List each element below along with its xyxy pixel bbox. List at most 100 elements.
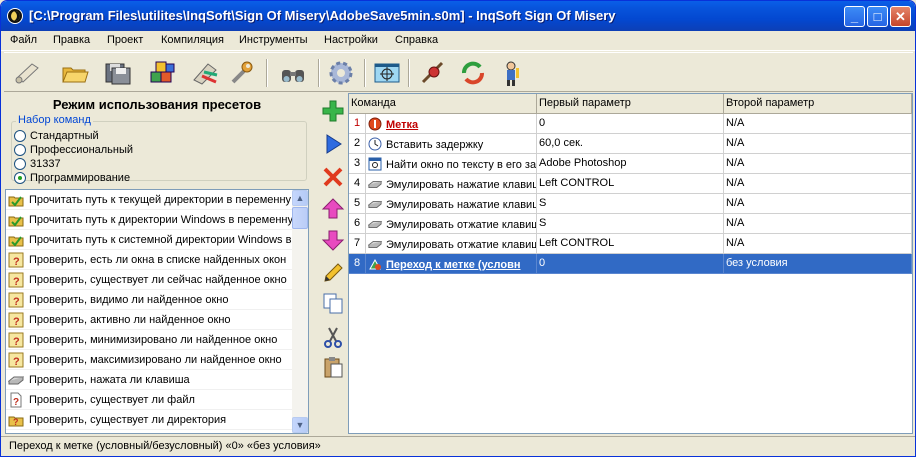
param1-cell[interactable]: Left CONTROL	[537, 234, 724, 254]
column-header-param1[interactable]: Первый параметр	[537, 94, 724, 114]
param2-cell[interactable]: N/A	[724, 174, 912, 194]
title-bar[interactable]: [C:\Program Files\utilites\InqSoft\Sign …	[1, 1, 915, 31]
scroll-down-icon[interactable]: ▼	[292, 417, 308, 433]
add-icon[interactable]	[319, 97, 347, 125]
binoculars-icon[interactable]	[276, 56, 310, 90]
param2-cell[interactable]: без условия	[724, 254, 912, 274]
delete-icon[interactable]	[319, 163, 347, 191]
maximize-button[interactable]: □	[867, 6, 888, 27]
command-cell[interactable]: Эмулировать нажатие клавиш	[366, 194, 537, 214]
list-item[interactable]: ? Проверить, активно ли найденное окно	[6, 310, 292, 330]
menu-edit[interactable]: Правка	[53, 34, 90, 46]
radio-professional[interactable]: Профессиональный	[14, 143, 133, 157]
copy-icon[interactable]	[319, 289, 347, 317]
person-icon[interactable]	[494, 56, 528, 90]
param2-cell[interactable]: N/A	[724, 154, 912, 174]
table-row[interactable]: 5 Эмулировать нажатие клавиш S N/A	[349, 194, 912, 214]
command-cell[interactable]: Эмулировать отжатие клавиш	[366, 234, 537, 254]
command-list[interactable]: Прочитать путь к текущей директории в пе…	[5, 189, 309, 434]
list-item[interactable]: ? Проверить, минимизировано ли найденное …	[6, 330, 292, 350]
param2-cell[interactable]: N/A	[724, 234, 912, 254]
scroll-thumb[interactable]	[292, 207, 308, 229]
list-scrollbar[interactable]: ▲ ▼	[292, 190, 308, 433]
param1-cell[interactable]: Left CONTROL	[537, 174, 724, 194]
wrench-icon[interactable]	[224, 56, 258, 90]
cut-scissors-icon[interactable]	[319, 323, 347, 351]
play-icon[interactable]	[319, 130, 347, 158]
list-item[interactable]: ? Проверить, существует ли сейчас найденн…	[6, 270, 292, 290]
menu-project[interactable]: Проект	[107, 34, 143, 46]
param1-cell[interactable]: 0	[537, 254, 724, 274]
table-row[interactable]: 6 Эмулировать отжатие клавиш S N/A	[349, 214, 912, 234]
minimize-button[interactable]: _	[844, 6, 865, 27]
question-window-icon: ?	[8, 292, 24, 308]
param2-cell[interactable]: N/A	[724, 214, 912, 234]
list-item[interactable]: ? Проверить, максимизировано ли найденное…	[6, 350, 292, 370]
list-item[interactable]: ? Проверить, есть ли окна в списке найден…	[6, 250, 292, 270]
edit-pencil-icon[interactable]	[319, 259, 347, 287]
radio-standard[interactable]: Стандартный	[14, 129, 99, 143]
move-up-icon[interactable]	[319, 195, 347, 223]
param1-cell[interactable]: S	[537, 214, 724, 234]
column-header-command[interactable]: Команда	[349, 94, 537, 114]
row-number: 1	[349, 114, 366, 134]
command-text: Эмулировать нажатие клавиш	[386, 179, 537, 191]
close-button[interactable]: ✕	[890, 6, 911, 27]
command-cell[interactable]: Вставить задержку	[366, 134, 537, 154]
command-text: Переход к метке (условн	[386, 259, 521, 271]
param2-cell[interactable]: N/A	[724, 134, 912, 154]
list-item[interactable]: Прочитать путь к текущей директории в пе…	[6, 190, 292, 210]
move-down-icon[interactable]	[319, 226, 347, 254]
table-row[interactable]: 4 Эмулировать нажатие клавиш Left CONTRO…	[349, 174, 912, 194]
list-item[interactable]: ? Проверить, видимо ли найденное окно	[6, 290, 292, 310]
param1-cell[interactable]: S	[537, 194, 724, 214]
command-cell[interactable]: Метка	[366, 114, 537, 134]
list-item[interactable]: Прочитать путь к директории Windows в пе…	[6, 210, 292, 230]
save-disk-icon[interactable]	[100, 56, 134, 90]
param2-cell[interactable]: N/A	[724, 114, 912, 134]
open-folder-icon[interactable]	[58, 56, 92, 90]
svg-text:?: ?	[13, 336, 20, 348]
table-row[interactable]: 3 Найти окно по тексту в его за Adobe Ph…	[349, 154, 912, 174]
param1-cell[interactable]: 0	[537, 114, 724, 134]
table-row[interactable]: 7 Эмулировать отжатие клавиш Left CONTRO…	[349, 234, 912, 254]
scroll-up-icon[interactable]: ▲	[292, 190, 308, 206]
compile-blocks-icon[interactable]	[146, 56, 180, 90]
radio-label: Стандартный	[30, 130, 99, 142]
command-cell[interactable]: Найти окно по тексту в его за	[366, 154, 537, 174]
menu-tools[interactable]: Инструменты	[239, 34, 308, 46]
menu-compile[interactable]: Компиляция	[161, 34, 224, 46]
table-row[interactable]: 2 Вставить задержку 60,0 сек. N/A	[349, 134, 912, 154]
target-window-icon[interactable]	[370, 56, 404, 90]
svg-text:?: ?	[13, 276, 20, 288]
menu-file[interactable]: Файл	[10, 34, 37, 46]
command-cell[interactable]: Эмулировать нажатие клавиш	[366, 174, 537, 194]
param2-cell[interactable]: N/A	[724, 194, 912, 214]
list-item[interactable]: ? Проверить, существует ли файл	[6, 390, 292, 410]
svg-text:?: ?	[13, 316, 20, 328]
param1-cell[interactable]: 60,0 сек.	[537, 134, 724, 154]
list-item[interactable]: ? Проверить, существует ли директория	[6, 410, 292, 430]
radio-programming[interactable]: Программирование	[14, 171, 130, 185]
command-cell[interactable]: Эмулировать отжатие клавиш	[366, 214, 537, 234]
table-row-selected[interactable]: 8 Переход к метке (условн 0 без условия	[349, 254, 912, 274]
sniper-icon[interactable]	[416, 56, 450, 90]
refresh-icon[interactable]	[456, 56, 490, 90]
keyboard-icon	[368, 200, 382, 208]
label-icon	[368, 117, 382, 131]
paint-icon[interactable]	[188, 56, 222, 90]
column-header-param2[interactable]: Второй параметр	[724, 94, 912, 114]
commands-grid[interactable]: Команда Первый параметр Второй параметр …	[348, 93, 913, 434]
scroll-icon[interactable]	[10, 56, 44, 90]
param1-cell[interactable]: Adobe Photoshop	[537, 154, 724, 174]
row-number: 2	[349, 134, 366, 154]
command-cell[interactable]: Переход к метке (условн	[366, 254, 537, 274]
menu-settings[interactable]: Настройки	[324, 34, 378, 46]
menu-help[interactable]: Справка	[395, 34, 438, 46]
list-item[interactable]: Прочитать путь к системной директории Wi…	[6, 230, 292, 250]
radio-31337[interactable]: 31337	[14, 157, 61, 171]
paste-icon[interactable]	[319, 353, 347, 381]
table-row[interactable]: 1 Метка 0 N/A	[349, 114, 912, 134]
gear-icon[interactable]	[324, 56, 358, 90]
list-item[interactable]: Проверить, нажата ли клавиша	[6, 370, 292, 390]
